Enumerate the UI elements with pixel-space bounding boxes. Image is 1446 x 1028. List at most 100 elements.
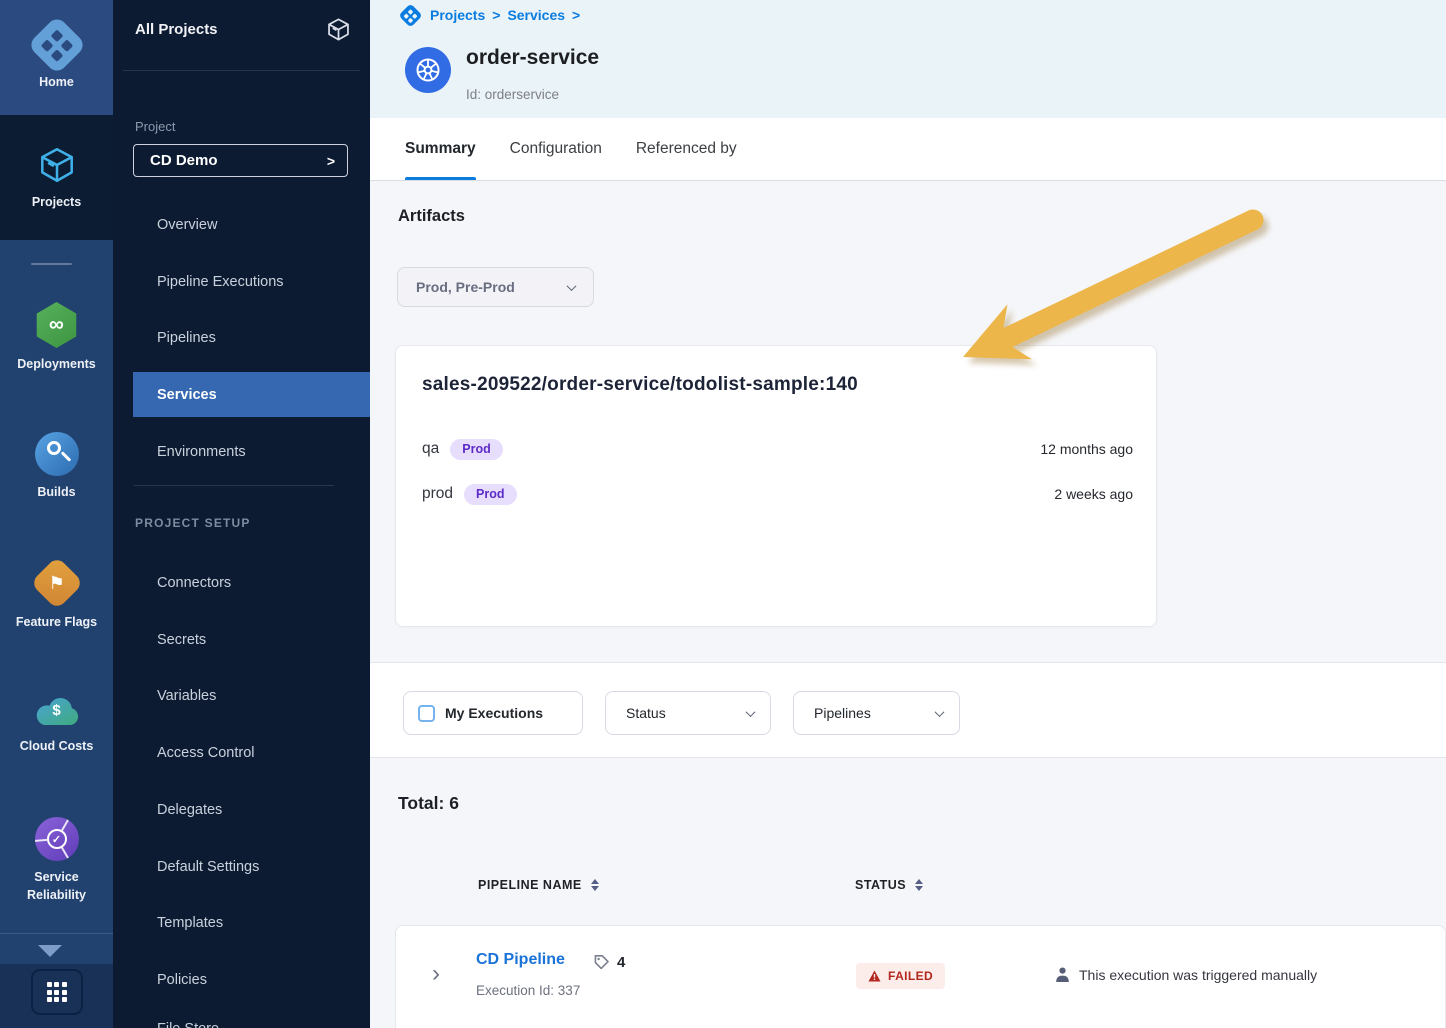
- breadcrumb-services[interactable]: Services: [507, 7, 565, 23]
- all-projects-link[interactable]: All Projects: [135, 21, 218, 38]
- infinity-glyph: ∞: [49, 313, 64, 337]
- divider: [123, 70, 360, 71]
- trigger-text: This execution was triggered manually: [1079, 967, 1317, 983]
- pipelines-filter-label: Pipelines: [814, 705, 871, 721]
- cube-icon: [36, 144, 78, 186]
- rail-item-label: Home: [39, 73, 74, 91]
- rail-item-label: Cloud Costs: [20, 737, 94, 755]
- sidebar-item-file-store[interactable]: File Store: [157, 1019, 219, 1028]
- project-nav-panel: All Projects Project CD Demo > Overview …: [113, 0, 370, 1028]
- tab-summary[interactable]: Summary: [405, 118, 476, 180]
- home-icon: [27, 15, 86, 74]
- artifact-env-row: qa Prod 12 months ago: [422, 437, 1133, 461]
- user-icon: [1054, 966, 1071, 983]
- rail-item-cloud-costs[interactable]: $ Cloud Costs: [0, 696, 113, 786]
- chevron-down-icon: [935, 707, 945, 717]
- chevron-down-icon: [746, 707, 756, 717]
- tag-icon: [592, 953, 611, 972]
- sidebar-item-default-settings[interactable]: Default Settings: [157, 857, 259, 877]
- column-header-pipeline-name[interactable]: PIPELINE NAME: [478, 878, 599, 892]
- sidebar-item-pipeline-executions[interactable]: Pipeline Executions: [157, 272, 284, 292]
- service-tabs: Summary Configuration Referenced by: [370, 118, 1446, 181]
- service-id: Id: orderservice: [466, 87, 559, 102]
- warning-triangle-icon: [868, 970, 881, 982]
- sidebar-item-pipelines[interactable]: Pipelines: [157, 328, 216, 348]
- project-selector[interactable]: CD Demo >: [133, 144, 348, 177]
- sort-icon[interactable]: [915, 879, 923, 892]
- environment-type-filter[interactable]: Prod, Pre-Prod: [397, 267, 594, 307]
- sidebar-item-services[interactable]: Services: [133, 372, 370, 417]
- pipeline-name-link[interactable]: CD Pipeline: [476, 951, 565, 969]
- my-executions-checkbox[interactable]: [418, 705, 435, 722]
- sidebar-item-delegates[interactable]: Delegates: [157, 800, 222, 820]
- scroll-down-chevron-icon[interactable]: [38, 945, 62, 957]
- kubernetes-service-icon: [405, 47, 451, 93]
- pipeline-tags: 4: [592, 953, 625, 972]
- rail-item-label: Feature Flags: [16, 613, 97, 631]
- check-glyph: ✓: [47, 829, 67, 849]
- total-count: Total: 6: [398, 793, 459, 814]
- execution-id: Execution Id: 337: [476, 983, 580, 998]
- sidebar-item-templates[interactable]: Templates: [157, 913, 223, 933]
- pipelines-filter-dropdown[interactable]: Pipelines: [793, 691, 960, 735]
- env-name: prod: [422, 485, 453, 503]
- column-header-status[interactable]: STATUS: [855, 878, 923, 892]
- rail-item-label: Service Reliability: [7, 868, 107, 904]
- page-title: order-service: [466, 46, 599, 70]
- project-setup-section-label: PROJECT SETUP: [135, 516, 251, 530]
- trigger-info: This execution was triggered manually: [1054, 966, 1317, 983]
- column-label: STATUS: [855, 878, 906, 892]
- sidebar-item-variables[interactable]: Variables: [157, 686, 216, 706]
- breadcrumb-separator: >: [572, 7, 580, 23]
- my-executions-label: My Executions: [445, 705, 543, 721]
- flag-glyph: ⚑: [48, 572, 64, 593]
- rail-item-home[interactable]: Home: [0, 0, 113, 115]
- rail-item-builds[interactable]: Builds: [0, 432, 113, 522]
- rail-item-projects[interactable]: Projects: [0, 115, 113, 240]
- cube-outline-icon: [325, 16, 352, 43]
- breadcrumb-separator: >: [492, 7, 500, 23]
- status-filter-dropdown[interactable]: Status: [605, 691, 771, 735]
- breadcrumb-projects[interactable]: Projects: [430, 7, 485, 23]
- env-name: qa: [422, 440, 439, 458]
- status-badge: FAILED: [856, 963, 945, 989]
- deployments-icon: ∞: [34, 302, 80, 348]
- service-reliability-icon: ✓: [35, 817, 79, 861]
- sidebar-item-overview[interactable]: Overview: [157, 215, 217, 235]
- module-switcher-button[interactable]: [31, 969, 83, 1015]
- executions-table-header: PIPELINE NAME STATUS: [370, 878, 1446, 898]
- expand-chevron-icon[interactable]: ›: [432, 962, 440, 986]
- sidebar-item-policies[interactable]: Policies: [157, 970, 207, 990]
- all-projects-button[interactable]: [325, 16, 352, 48]
- rail-divider: [31, 263, 72, 265]
- env-deploy-time: 12 months ago: [1040, 441, 1133, 457]
- artifact-env-row: prod Prod 2 weeks ago: [422, 482, 1133, 506]
- environment-type-filter-value: Prod, Pre-Prod: [416, 279, 568, 295]
- rail-item-service-reliability[interactable]: ✓ Service Reliability: [0, 817, 113, 917]
- breadcrumb: Projects > Services >: [400, 5, 580, 24]
- execution-row[interactable]: › CD Pipeline 4 Execution Id: 337 FAILED…: [395, 925, 1446, 1028]
- rail-item-feature-flags[interactable]: ⚑ Feature Flags: [0, 560, 113, 650]
- my-executions-toggle[interactable]: My Executions: [403, 691, 583, 735]
- artifact-card: sales-209522/order-service/todolist-samp…: [395, 345, 1157, 627]
- chevron-right-icon: >: [327, 153, 335, 169]
- sidebar-item-access-control[interactable]: Access Control: [157, 743, 255, 763]
- sidebar-item-secrets[interactable]: Secrets: [157, 630, 206, 650]
- project-label: Project: [135, 119, 175, 134]
- sort-icon[interactable]: [591, 879, 599, 892]
- status-filter-label: Status: [626, 705, 666, 721]
- column-label: PIPELINE NAME: [478, 878, 582, 892]
- harness-logo-icon: [398, 3, 422, 27]
- main-content: Projects > Services > order-service: [370, 0, 1446, 1028]
- feature-flags-icon: ⚑: [30, 556, 84, 610]
- tab-configuration[interactable]: Configuration: [510, 118, 602, 180]
- sidebar-item-connectors[interactable]: Connectors: [157, 573, 231, 593]
- rail-footer: [0, 964, 113, 1028]
- cloud-costs-icon: $: [33, 696, 81, 730]
- tab-referenced-by[interactable]: Referenced by: [636, 118, 737, 180]
- sidebar-item-environments[interactable]: Environments: [157, 442, 246, 462]
- env-type-badge: Prod: [450, 439, 502, 460]
- chevron-down-icon: [567, 281, 577, 291]
- divider: [134, 485, 334, 486]
- rail-item-deployments[interactable]: ∞ Deployments: [0, 302, 113, 392]
